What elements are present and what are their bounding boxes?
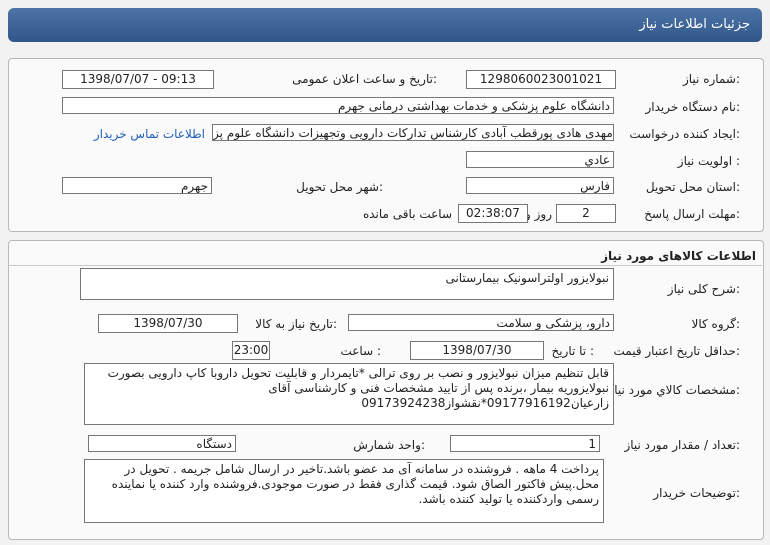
goods-divider	[8, 265, 762, 266]
requester-label: ایجاد کننده درخواست:	[629, 127, 740, 141]
goods-group-label: گروه کالا:	[691, 317, 741, 331]
buyer-name-label: نام دستگاه خریدار:	[645, 100, 741, 114]
page-title: جزئیات اطلاعات نیاز	[639, 17, 750, 32]
announce-date-field: 1398/07/07 - 09:13	[62, 70, 214, 89]
buyer-notes-field: پرداخت 4 ماهه . فروشنده در سامانه آی مد …	[84, 459, 604, 523]
priority-field: عادي	[466, 151, 614, 168]
delivery-province-field: فارس	[466, 177, 614, 194]
requester-field: مهدی هادی پورقطب آبادی کارشناس تدارکات د…	[212, 124, 614, 141]
need-number-field: 1298060023001021	[466, 70, 616, 89]
validity-time-field: 23:00	[232, 341, 270, 360]
general-description-label: شرح کلی نیاز:	[667, 282, 740, 296]
unit-label: واحد شمارش:	[353, 438, 425, 452]
goods-section-title: اطلاعات کالاهای مورد نیاز	[601, 249, 756, 263]
price-validity-label: حداقل تاریخ اعتبار قیمت:	[613, 344, 740, 358]
goods-spec-field: قابل تنظیم میزان نبولایزور و نصب بر روی …	[84, 363, 614, 425]
delivery-city-label: شهر محل تحویل:	[296, 180, 383, 194]
validity-hour-label: ساعت :	[340, 344, 381, 358]
days-word: روز و	[525, 207, 552, 221]
until-date-label: تا تاریخ :	[551, 344, 594, 358]
quantity-field: 1	[450, 435, 600, 452]
buyer-name-field: دانشگاه علوم پزشکی و خدمات بهداشتی درمان…	[62, 97, 614, 114]
days-remaining-field: 2	[556, 204, 616, 223]
buyer-contact-link[interactable]: اطلاعات تماس خریدار	[94, 127, 205, 141]
time-remaining-text: ساعت باقی مانده	[362, 207, 452, 221]
need-date-field: 1398/07/30	[98, 314, 238, 333]
general-description-field: نبولایزور اولتراسونیک بیمارستانی	[80, 268, 614, 300]
delivery-city-field: جهرم	[62, 177, 212, 194]
need-number-label: شماره نیاز:	[682, 72, 740, 86]
time-remaining-field: 02:38:07	[458, 204, 528, 223]
goods-group-field: دارو، پزشکی و سلامت	[348, 314, 614, 331]
delivery-province-label: استان محل تحویل:	[645, 180, 740, 194]
priority-label: اولویت نیاز :	[677, 154, 740, 168]
need-date-label: تاریخ نیاز به کالا:	[255, 317, 337, 331]
buyer-notes-label: توضیحات خریدار:	[653, 486, 740, 500]
announce-date-label: تاریخ و ساعت اعلان عمومی:	[292, 72, 437, 86]
goods-spec-label: مشخصات کالاي مورد نیاز:	[608, 383, 740, 397]
validity-date-field: 1398/07/30	[410, 341, 544, 360]
response-deadline-label: مهلت ارسال پاسخ:	[644, 207, 740, 221]
page-header: جزئیات اطلاعات نیاز	[8, 8, 762, 42]
quantity-label: تعداد / مقدار مورد نیاز:	[624, 438, 740, 452]
unit-field: دستگاه	[88, 435, 236, 452]
